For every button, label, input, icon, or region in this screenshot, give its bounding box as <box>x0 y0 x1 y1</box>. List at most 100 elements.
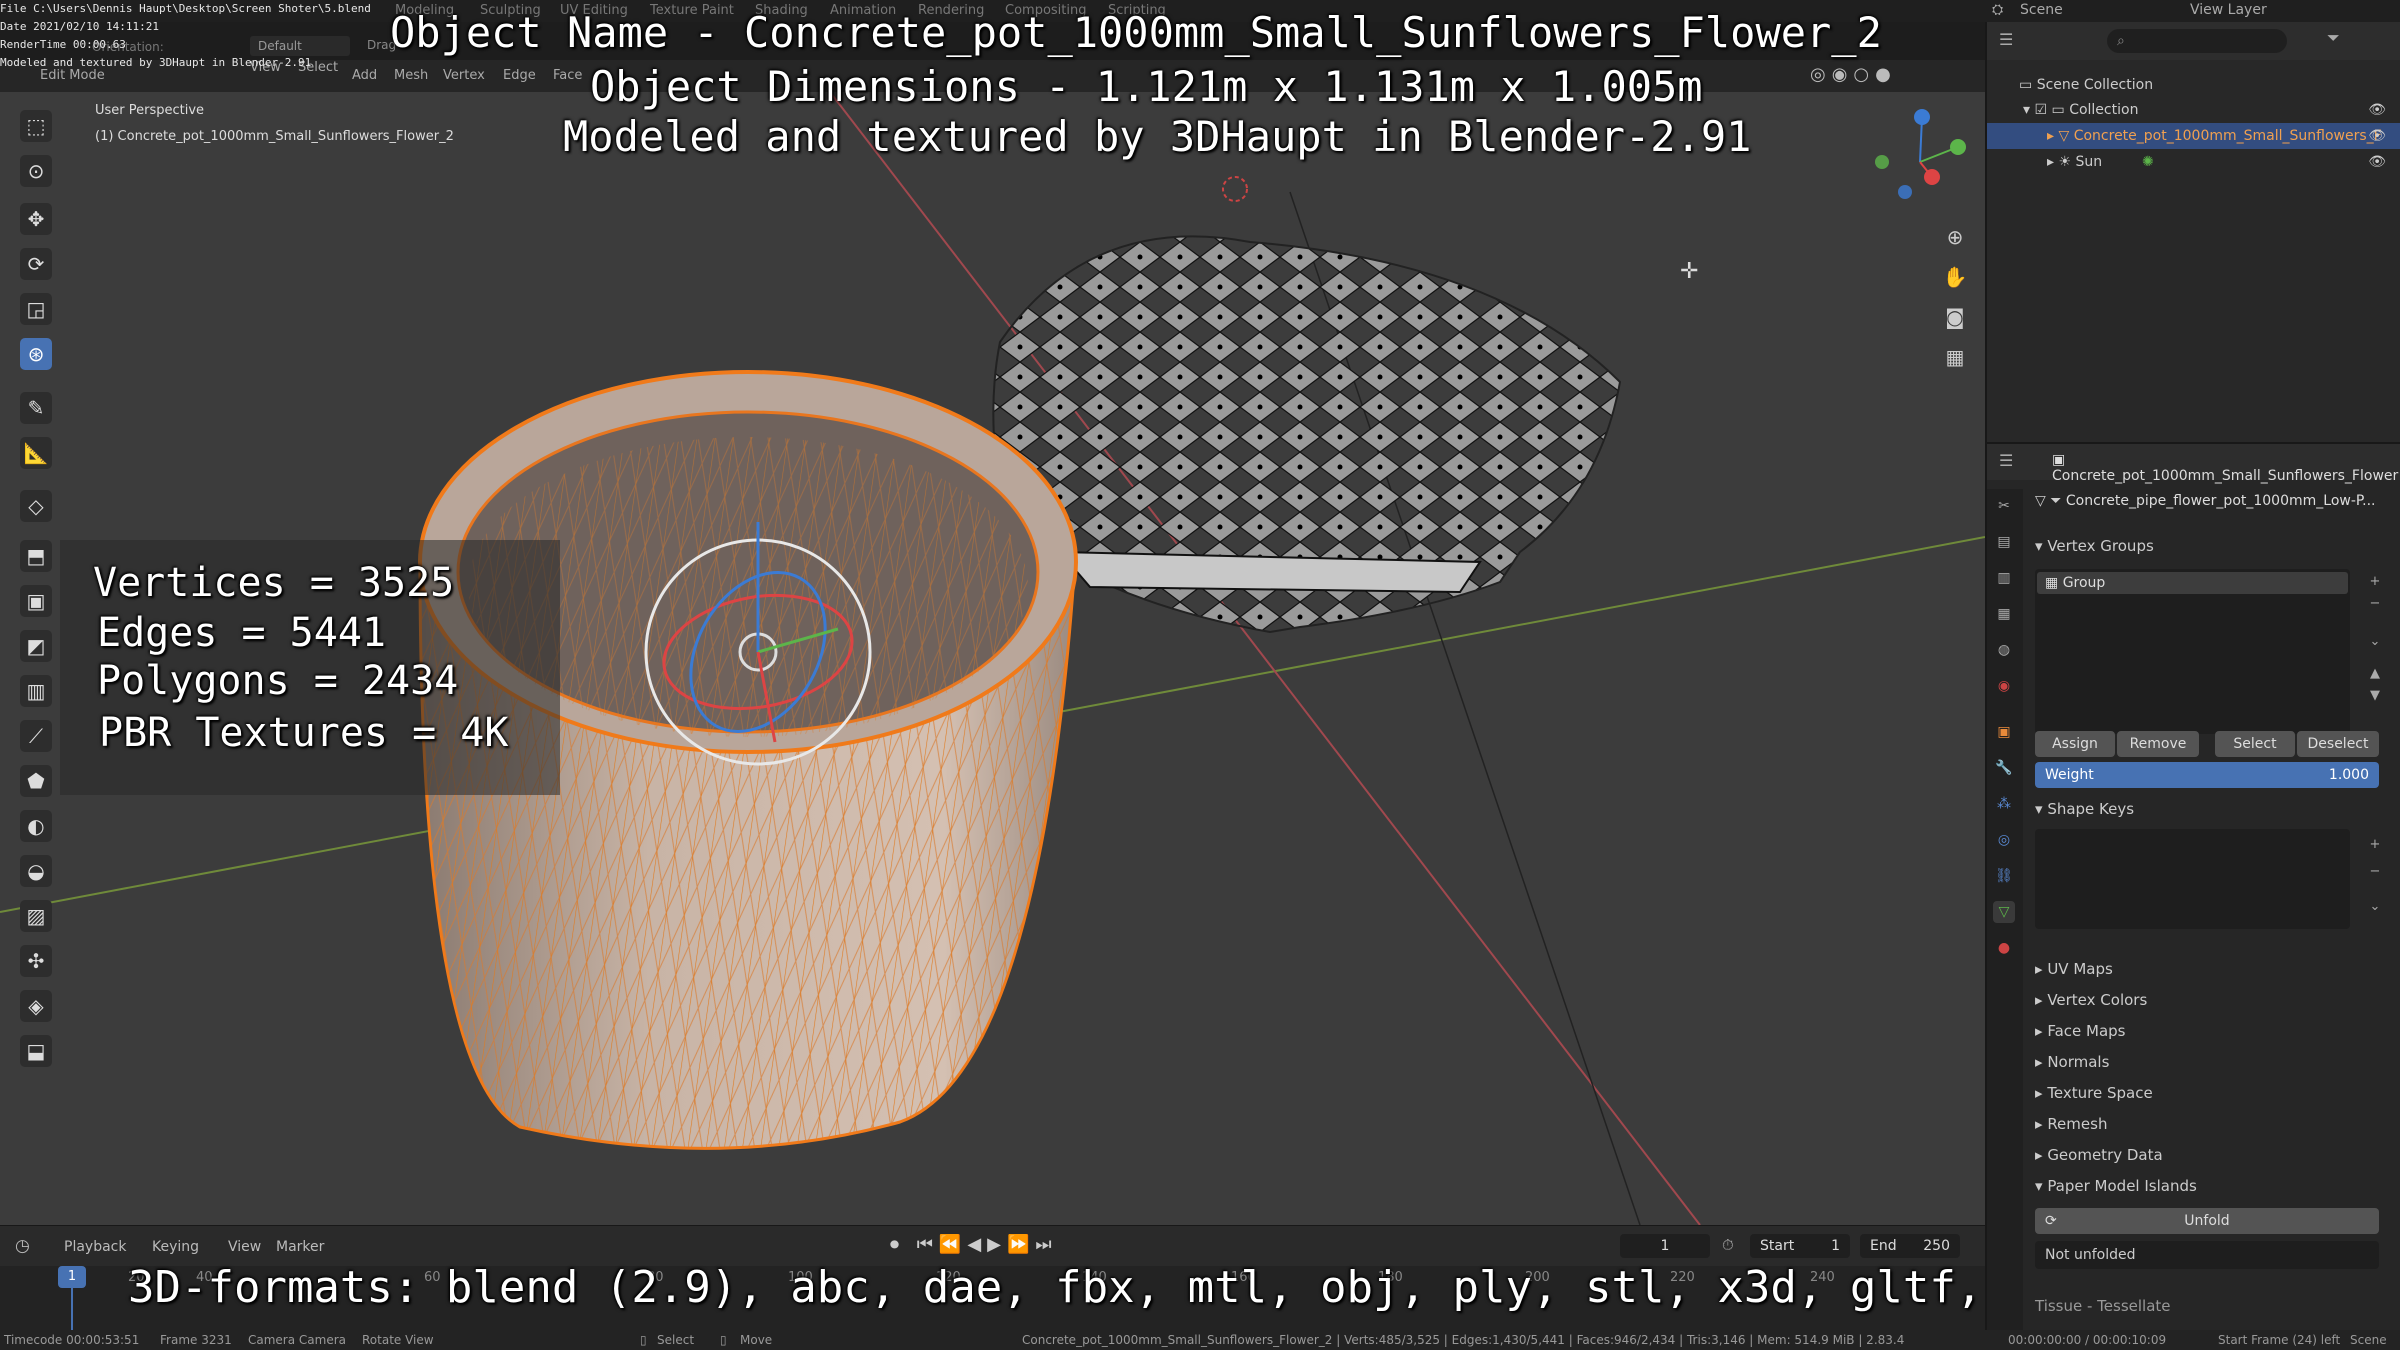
start-frame-field[interactable]: Start 1 <box>1750 1234 1850 1258</box>
editor-type-icon[interactable]: ☰ <box>1999 451 2013 470</box>
output-tab-icon[interactable]: ▥ <box>1993 567 2015 589</box>
shear-tool-icon[interactable]: ◈ <box>20 990 52 1022</box>
menu-playback[interactable]: Playback <box>64 1239 126 1255</box>
viewport-nav-buttons[interactable]: ⊕ ✋ ◙ ▦ <box>1940 217 1970 377</box>
playback-controls[interactable]: ⏺ ⏮⏪◀▶⏩⏭ <box>890 1234 1058 1255</box>
panel-label: Paper Model Islands <box>2047 1177 2197 1195</box>
smooth-tool-icon[interactable]: ◒ <box>20 855 52 887</box>
chevron-down-icon[interactable]: ⌄ <box>2367 634 2383 650</box>
editor-type-icon[interactable]: ☰ <box>1999 30 2013 49</box>
collection-icon: ▭ <box>2051 102 2070 118</box>
poly-build-tool-icon[interactable]: ⬟ <box>20 765 52 797</box>
render-tab-icon[interactable]: ▤ <box>1993 531 2015 553</box>
shading-mode-buttons[interactable]: ◎◉○● <box>1810 64 1960 88</box>
remove-button[interactable]: Remove <box>2117 731 2199 757</box>
panel-paper-model-islands[interactable]: ▾ Paper Model Islands <box>2035 1177 2197 1195</box>
scene-tab-icon[interactable]: ◍ <box>1993 639 2015 661</box>
end-frame-field[interactable]: End 250 <box>1860 1234 1960 1258</box>
visibility-eye-icon[interactable]: 👁 <box>2368 123 2386 149</box>
move-up-icon[interactable]: ▲ <box>2367 666 2383 682</box>
panel-face-maps[interactable]: ▸ Face Maps <box>2035 1022 2125 1040</box>
outliner-collection[interactable]: ▾ ☑ ▭ Collection 👁 <box>1987 97 2400 123</box>
clock-icon[interactable]: ◷ <box>15 1236 30 1256</box>
remove-icon[interactable]: − <box>2367 596 2383 612</box>
tool-tab-icon[interactable]: ✂ <box>1993 495 2015 517</box>
outliner-object-sun[interactable]: ▸ ☀ Sun ✺ 👁 <box>1987 149 2400 175</box>
current-frame-field[interactable]: 1 <box>1620 1234 1710 1258</box>
vertex-group-item[interactable]: ▦ Group <box>2037 572 2348 594</box>
physics-tab-icon[interactable]: ◎ <box>1993 829 2015 851</box>
stopwatch-icon[interactable]: ⏱ <box>1722 1236 1734 1254</box>
visibility-eye-icon[interactable]: 👁 <box>2368 149 2386 175</box>
annotate-tool-icon[interactable]: ✎ <box>20 392 52 424</box>
outliner-search-input[interactable]: ⌕ <box>2107 29 2287 53</box>
extrude-tool-icon[interactable]: ⬒ <box>20 540 52 572</box>
scene-name[interactable]: Scene <box>2020 2 2063 18</box>
menu-vertex[interactable]: Vertex <box>443 68 485 83</box>
panel-texture-space[interactable]: ▸ Texture Space <box>2035 1084 2153 1102</box>
view-layer-name[interactable]: View Layer <box>2190 2 2267 18</box>
add-icon[interactable]: + <box>2367 837 2383 853</box>
scale-tool-icon[interactable]: ◲ <box>20 293 52 325</box>
menu-face[interactable]: Face <box>553 68 582 83</box>
shape-keys-header[interactable]: ▾ Shape Keys <box>2035 800 2134 818</box>
constraints-tab-icon[interactable]: ⛓ <box>1993 865 2015 887</box>
cursor-tool-icon[interactable]: ⊙ <box>20 155 52 187</box>
shape-key-list[interactable] <box>2035 829 2350 929</box>
add-icon[interactable]: + <box>2367 574 2383 590</box>
spin-tool-icon[interactable]: ◐ <box>20 810 52 842</box>
mesh-data-icon: ▽ ⏷ <box>2035 493 2066 509</box>
edge-slide-tool-icon[interactable]: ▨ <box>20 900 52 932</box>
menu-keying[interactable]: Keying <box>152 1239 199 1255</box>
panel-remesh[interactable]: ▸ Remesh <box>2035 1115 2107 1133</box>
bevel-tool-icon[interactable]: ◩ <box>20 630 52 662</box>
menu-edge[interactable]: Edge <box>503 68 536 83</box>
object-tab-icon[interactable]: ▣ <box>1993 721 2015 743</box>
menu-timeline-view[interactable]: View <box>228 1239 261 1255</box>
particles-tab-icon[interactable]: ⁂ <box>1993 793 2015 815</box>
refresh-icon: ⟳ <box>2045 1213 2057 1229</box>
rotate-tool-icon[interactable]: ⟳ <box>20 248 52 280</box>
outliner-object-pot[interactable]: ▸ ▽ Concrete_pot_1000mm_Small_Sunflowers… <box>1987 123 2400 149</box>
panel-label: Remesh <box>2047 1115 2108 1133</box>
visibility-eye-icon[interactable]: 👁 <box>2368 97 2386 123</box>
deselect-button[interactable]: Deselect <box>2297 731 2379 757</box>
chevron-down-icon[interactable]: ⌄ <box>2367 899 2383 915</box>
modifier-tab-icon[interactable]: 🔧 <box>1993 757 2015 779</box>
collection-label: Collection <box>2069 102 2139 118</box>
outliner-scene-collection[interactable]: ▭ Scene Collection <box>1987 72 2400 98</box>
panel-tissue-tessellate[interactable]: Tissue - Tessellate <box>2035 1297 2171 1315</box>
transform-tool-icon[interactable]: ⊛ <box>20 338 52 370</box>
loop-cut-tool-icon[interactable]: ▥ <box>20 675 52 707</box>
weight-slider[interactable]: Weight 1.000 <box>2035 762 2379 788</box>
assign-button[interactable]: Assign <box>2035 731 2115 757</box>
unfold-button[interactable]: ⟳ Unfold <box>2035 1208 2379 1234</box>
remove-icon[interactable]: − <box>2367 864 2383 880</box>
view-layer-tab-icon[interactable]: ▦ <box>1993 603 2015 625</box>
move-down-icon[interactable]: ▼ <box>2367 688 2383 704</box>
select-box-tool-icon[interactable]: ⬚ <box>20 110 52 142</box>
panel-vertex-colors[interactable]: ▸ Vertex Colors <box>2035 991 2147 1009</box>
vertex-groups-header[interactable]: ▾ Vertex Groups <box>2035 537 2154 555</box>
expand-arrow-icon[interactable]: ▾ <box>2023 102 2034 118</box>
filter-icon[interactable]: ⏷ <box>2327 28 2340 48</box>
checkbox-icon[interactable]: ☑ <box>2034 102 2051 118</box>
panel-uv-maps[interactable]: ▸ UV Maps <box>2035 960 2113 978</box>
shrink-fatten-tool-icon[interactable]: ✣ <box>20 945 52 977</box>
panel-geometry-data[interactable]: ▸ Geometry Data <box>2035 1146 2163 1164</box>
knife-tool-icon[interactable]: ⟋ <box>20 720 52 752</box>
menu-marker[interactable]: Marker <box>276 1239 324 1255</box>
panel-normals[interactable]: ▸ Normals <box>2035 1053 2109 1071</box>
material-tab-icon[interactable]: ● <box>1993 937 2015 959</box>
world-tab-icon[interactable]: ◉ <box>1993 675 2015 697</box>
mesh-datablock[interactable]: ▽ ⏷ Concrete_pipe_flower_pot_1000mm_Low-… <box>2035 489 2385 513</box>
mesh-data-tab-icon[interactable]: ▽ <box>1993 901 2015 923</box>
measure-tool-icon[interactable]: 📐 <box>20 437 52 469</box>
rip-region-tool-icon[interactable]: ⬓ <box>20 1035 52 1067</box>
inset-tool-icon[interactable]: ▣ <box>20 585 52 617</box>
add-cube-tool-icon[interactable]: ◇ <box>20 490 52 522</box>
move-tool-icon[interactable]: ✥ <box>20 203 52 235</box>
select-button[interactable]: Select <box>2215 731 2295 757</box>
menu-mesh[interactable]: Mesh <box>394 68 428 83</box>
properties-header: ☰ ▣ Concrete_pot_1000mm_Small_Sunflowers… <box>1987 444 2400 484</box>
